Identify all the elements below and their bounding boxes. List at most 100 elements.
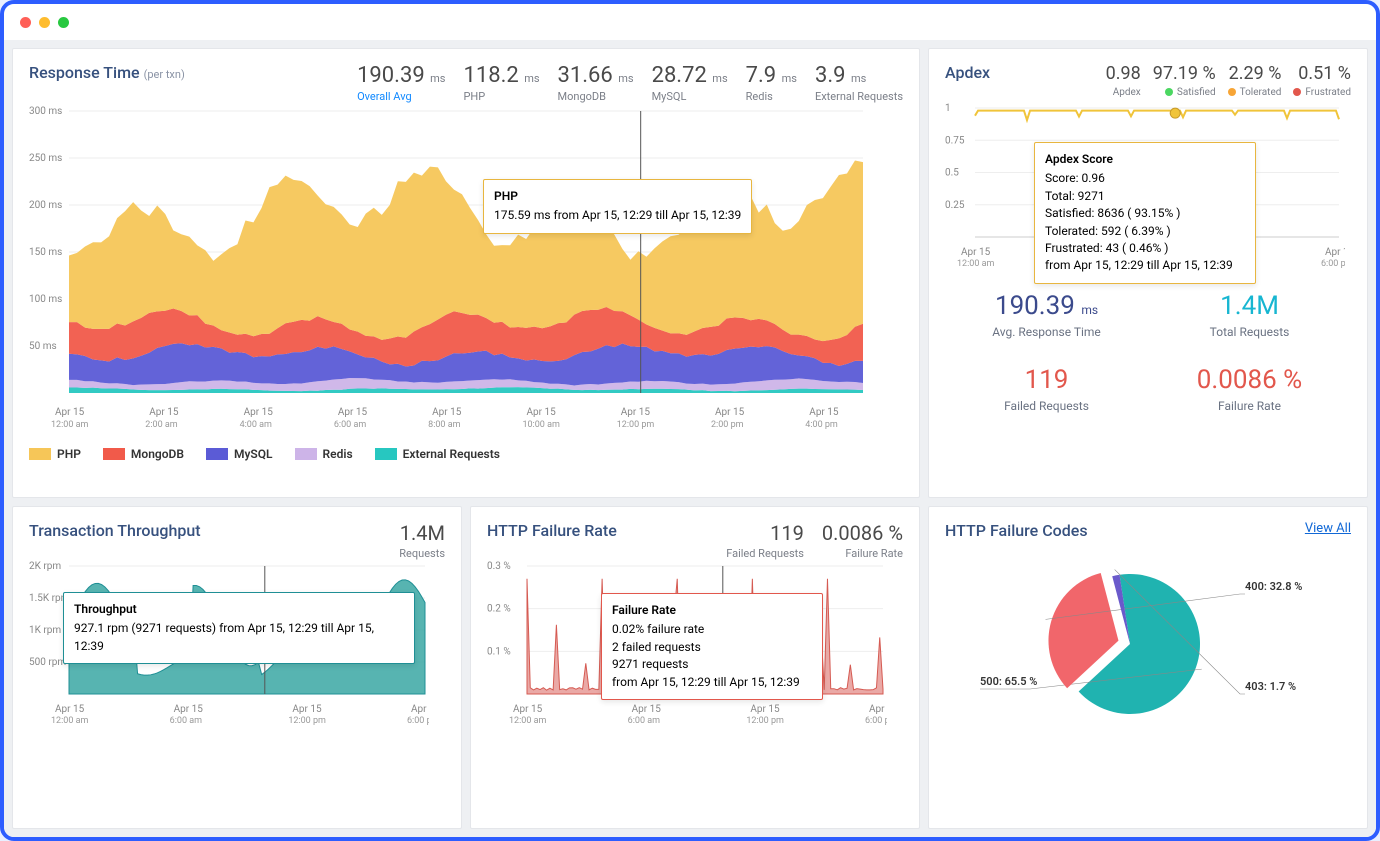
tooltip-title: Throughput (74, 601, 404, 618)
svg-text:12:00 pm: 12:00 pm (746, 716, 784, 726)
apdex-tooltip: Apdex Score Score: 0.96Total: 9271Satisf… (1034, 142, 1256, 284)
apdex-summary-stats: 190.39 msAvg. Response Time1.4MTotal Req… (945, 291, 1351, 413)
failure-rate-tooltip: Failure Rate 0.02% failure rate2 failed … (601, 593, 823, 700)
throughput-card: Transaction Throughput 1.4M Requests 500… (12, 506, 462, 829)
svg-text:12:00 am: 12:00 am (51, 420, 89, 430)
tooltip-title: PHP (494, 188, 741, 205)
svg-text:150 ms: 150 ms (29, 247, 62, 258)
view-all-link[interactable]: View All (1305, 521, 1351, 536)
svg-text:0.5: 0.5 (945, 168, 959, 179)
svg-text:6:00 pm: 6:00 pm (407, 716, 429, 726)
svg-text:Apr 15: Apr 15 (809, 407, 839, 418)
summary-stat: 1.4MTotal Requests (1148, 291, 1351, 339)
response-time-card: Response Time (per txn) 190.39 msOverall… (12, 48, 920, 498)
metric-external-requests: 3.9 msExternal Requests (815, 63, 903, 103)
failure-rate-card: HTTP Failure Rate 119Failed Requests 0.00… (470, 506, 920, 829)
svg-text:Apr 15: Apr 15 (750, 704, 780, 715)
legend-item[interactable]: MongoDB (103, 447, 184, 461)
svg-text:8:00 am: 8:00 am (428, 420, 460, 430)
svg-text:12:00 am: 12:00 am (51, 716, 89, 726)
svg-text:Apr 15: Apr 15 (632, 704, 662, 715)
browser-frame: Response Time (per txn) 190.39 msOverall… (0, 0, 1380, 841)
legend-item[interactable]: External Requests (375, 447, 500, 461)
summary-stat: 190.39 msAvg. Response Time (945, 291, 1148, 339)
svg-text:0.75: 0.75 (945, 135, 965, 146)
svg-text:0.2 %: 0.2 % (487, 604, 511, 615)
svg-text:1: 1 (945, 103, 951, 114)
svg-text:0.1 %: 0.1 % (487, 646, 511, 657)
svg-text:Apr 15: Apr 15 (55, 704, 85, 715)
svg-text:100 ms: 100 ms (29, 294, 62, 305)
legend-item[interactable]: Redis (295, 447, 353, 461)
response-time-title: Response Time (per txn) (29, 63, 185, 82)
legend-item[interactable]: PHP (29, 447, 81, 461)
summary-stat: 119Failed Requests (945, 365, 1148, 413)
svg-text:Apr 15: Apr 15 (526, 407, 556, 418)
dashboard: Response Time (per txn) 190.39 msOverall… (4, 40, 1376, 837)
svg-text:Apr 15: Apr 15 (1325, 247, 1345, 258)
svg-text:12:00 am: 12:00 am (957, 259, 995, 269)
svg-text:403: 1.7 %: 403: 1.7 % (1245, 680, 1296, 693)
svg-text:400: 32.8 %: 400: 32.8 % (1245, 580, 1302, 593)
svg-text:2:00 pm: 2:00 pm (711, 420, 744, 430)
summary-stat: 0.0086 %Failure Rate (1148, 365, 1351, 413)
svg-text:Apr 15: Apr 15 (244, 407, 274, 418)
tooltip-body: 175.59 ms from Apr 15, 12:29 till Apr 15… (494, 207, 741, 224)
svg-text:Apr 15: Apr 15 (338, 407, 368, 418)
failure-codes-pie[interactable]: 500: 65.5 % 400: 32.8 % 403: 1.7 % (945, 534, 1345, 734)
svg-text:4:00 pm: 4:00 pm (805, 420, 838, 430)
failure-metric: 119Failed Requests (726, 521, 804, 560)
response-time-metrics: 190.39 msOverall Avg 118.2 msPHP 31.66 msM… (357, 63, 903, 103)
failure-metric: 0.0086 %Failure Rate (822, 521, 903, 560)
svg-text:4:00 am: 4:00 am (240, 420, 272, 430)
window-close-icon[interactable] (20, 17, 31, 28)
apdex-metrics: 0.98Apdex 97.19 %Satisfied 2.29 %Tolerated… (1106, 63, 1351, 98)
failure-rate-metrics: 119Failed Requests 0.0086 %Failure Rate (726, 521, 903, 560)
tooltip-title: Failure Rate (612, 602, 812, 619)
metric-mongodb: 31.66 msMongoDB (558, 63, 634, 103)
failure-codes-card: HTTP Failure Codes View All 500: 65.5 %4… (928, 506, 1368, 829)
window-zoom-icon[interactable] (58, 17, 69, 28)
svg-text:2K rpm: 2K rpm (29, 561, 61, 572)
svg-text:300 ms: 300 ms (29, 106, 62, 117)
tooltip-title: Apdex Score (1045, 151, 1245, 168)
svg-text:12:00 pm: 12:00 pm (288, 716, 326, 726)
svg-text:200 ms: 200 ms (29, 200, 62, 211)
svg-text:6:00 am: 6:00 am (170, 716, 202, 726)
metric-redis: 7.9 msRedis (746, 63, 797, 103)
svg-text:250 ms: 250 ms (29, 153, 62, 164)
response-time-legend: PHP MongoDB MySQL Redis External Requests (29, 447, 903, 461)
svg-text:Apr 15: Apr 15 (174, 704, 204, 715)
svg-text:Apr 15: Apr 15 (869, 704, 887, 715)
apdex-title: Apdex (945, 63, 990, 82)
apdex-card: Apdex 0.98Apdex 97.19 %Satisfied 2.29 %Tol… (928, 48, 1368, 498)
svg-text:Apr 15: Apr 15 (432, 407, 462, 418)
svg-text:500: 65.5 %: 500: 65.5 % (980, 675, 1037, 688)
svg-text:500 rpm: 500 rpm (29, 657, 66, 668)
svg-text:0.25: 0.25 (945, 200, 965, 211)
metric-php: 118.2 msPHP (463, 63, 539, 103)
response-time-chart[interactable]: 50 ms100 ms150 ms200 ms250 ms300 msApr 1… (29, 103, 869, 443)
tooltip-body: 927.1 rpm (9271 requests) from Apr 15, 1… (74, 620, 404, 655)
apdex-metric: 97.19 %Satisfied (1153, 63, 1216, 98)
svg-text:6:00 pm: 6:00 pm (865, 716, 887, 726)
legend-item[interactable]: MySQL (206, 447, 273, 461)
metric-mysql: 28.72 msMySQL (652, 63, 728, 103)
apdex-metric: 0.98Apdex (1106, 63, 1141, 98)
svg-text:1K rpm: 1K rpm (29, 625, 61, 636)
svg-text:Apr 15: Apr 15 (149, 407, 179, 418)
svg-text:Apr 15: Apr 15 (715, 407, 745, 418)
throughput-total: 1.4M Requests (399, 521, 445, 560)
metric-overall-avg: 190.39 msOverall Avg (357, 63, 445, 103)
apdex-metric: 2.29 %Tolerated (1228, 63, 1282, 98)
svg-text:0.3 %: 0.3 % (487, 561, 511, 572)
window-titlebar (4, 4, 1376, 40)
svg-text:2:00 am: 2:00 am (145, 420, 177, 430)
svg-text:12:00 pm: 12:00 pm (617, 420, 655, 430)
svg-text:12:00 am: 12:00 am (509, 716, 547, 726)
throughput-tooltip: Throughput 927.1 rpm (9271 requests) fro… (63, 592, 415, 664)
svg-text:Apr 15: Apr 15 (55, 407, 85, 418)
failure-rate-title: HTTP Failure Rate (487, 521, 617, 540)
window-minimize-icon[interactable] (39, 17, 50, 28)
svg-text:6:00 am: 6:00 am (628, 716, 660, 726)
